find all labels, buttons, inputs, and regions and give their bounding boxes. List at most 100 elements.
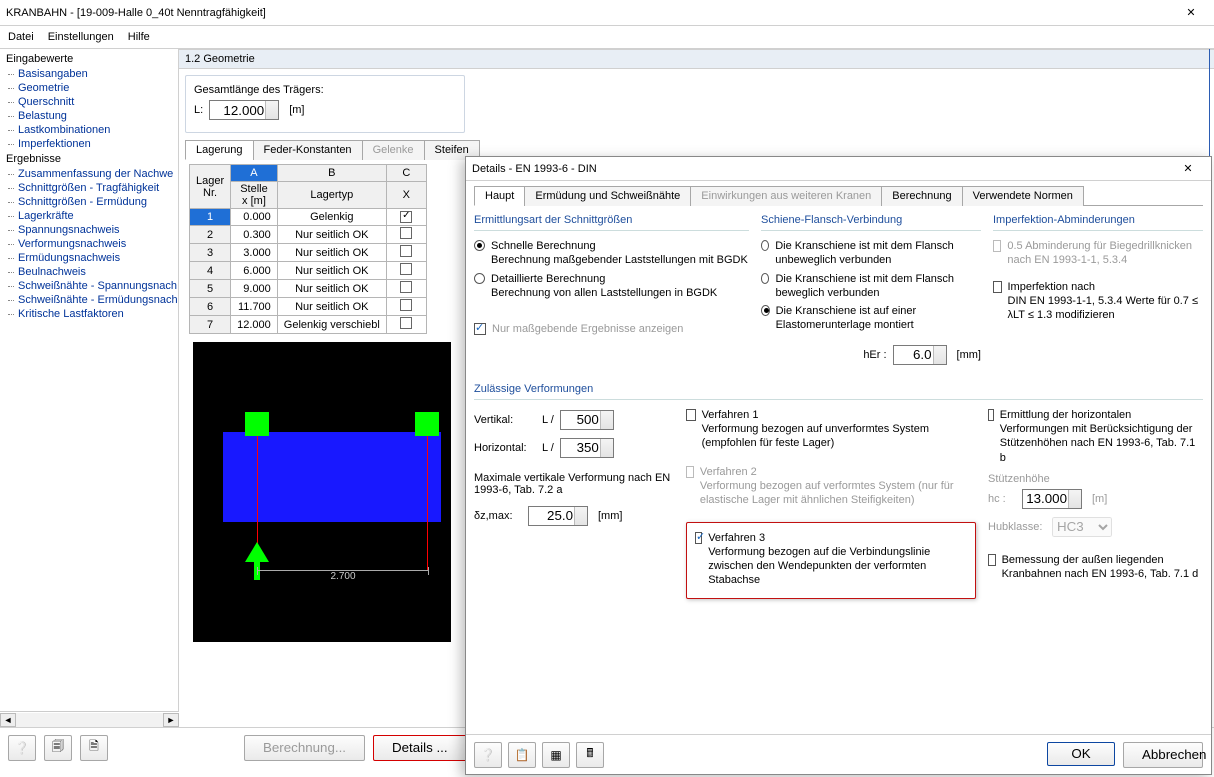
- hc-unit: [m]: [1088, 493, 1107, 505]
- dlg-tab-normen[interactable]: Verwendete Normen: [962, 186, 1084, 206]
- tree-item[interactable]: Schnittgrößen - Ermüdung: [4, 195, 174, 209]
- dlg-tab-einw[interactable]: Einwirkungen aus weiteren Kranen: [690, 186, 882, 206]
- tree-item[interactable]: Verformungsnachweis: [4, 237, 174, 251]
- help-icon: ❔: [481, 748, 496, 762]
- checkbox-icon: [988, 554, 996, 566]
- col-B[interactable]: B: [277, 165, 386, 182]
- table-row[interactable]: 59.000Nur seitlich OK: [190, 280, 427, 298]
- radio-beweglich[interactable]: Die Kranschiene ist mit dem Flansch bewe…: [761, 270, 981, 303]
- tree-item[interactable]: Lastkombinationen: [4, 123, 174, 137]
- doc-icon: 🗐: [52, 737, 64, 758]
- tab-feder[interactable]: Feder-Konstanten: [253, 140, 363, 160]
- menu-help[interactable]: Hilfe: [128, 31, 150, 43]
- toolbar-btn-2[interactable]: 🗐: [44, 735, 72, 761]
- tree-item[interactable]: Belastung: [4, 109, 174, 123]
- section-title: 1.2 Geometrie: [179, 49, 1214, 69]
- radio-detailliert[interactable]: Detaillierte Berechnung Berechnung von a…: [474, 270, 749, 303]
- hEr-input[interactable]: [893, 345, 947, 365]
- support-table[interactable]: Lager Nr. A B C Stelle x [m] Lagertyp X …: [189, 164, 427, 334]
- details-button[interactable]: Details ...: [373, 735, 467, 761]
- table-row[interactable]: 33.000Nur seitlich OK: [190, 244, 427, 262]
- tree-item[interactable]: Querschnitt: [4, 95, 174, 109]
- radio-schnelle[interactable]: Schnelle Berechnung Berechnung maßgebend…: [474, 237, 749, 270]
- tree-item[interactable]: Spannungsnachweis: [4, 223, 174, 237]
- chk-horiz-ermittlung[interactable]: Ermittlung der horizontalen Verformungen…: [988, 406, 1203, 467]
- table-row[interactable]: 10.000Gelenkig: [190, 209, 427, 226]
- tab-gelenke[interactable]: Gelenke: [362, 140, 425, 160]
- tree-item[interactable]: Schweißnähte - Ermüdungsnach: [4, 293, 174, 307]
- checkbox-icon[interactable]: [400, 263, 412, 275]
- hub-select[interactable]: HC3: [1052, 517, 1112, 537]
- chk-verfahren-1[interactable]: Verfahren 1Verformung bezogen auf unverf…: [686, 406, 976, 453]
- chk-verfahren-2: Verfahren 2Verformung bezogen auf verfor…: [686, 463, 976, 510]
- support-right-icon: [415, 412, 439, 436]
- table-row[interactable]: 46.000Nur seitlich OK: [190, 262, 427, 280]
- tab-lagerung[interactable]: Lagerung: [185, 140, 254, 160]
- ok-button[interactable]: OK: [1047, 742, 1115, 766]
- tree-item[interactable]: Geometrie: [4, 81, 174, 95]
- length-input[interactable]: [209, 100, 279, 120]
- chk-imperfektion-mod[interactable]: Imperfektion nachDIN EN 1993-1-1, 5.3.4 …: [993, 278, 1203, 325]
- menu-settings[interactable]: Einstellungen: [48, 31, 114, 43]
- tree-results-header[interactable]: Ergebnisse: [4, 151, 174, 167]
- dlg-btn-3[interactable]: ▦: [542, 742, 570, 768]
- horiz-label: Horizontal:: [474, 442, 536, 454]
- radio-unbeweglich[interactable]: Die Kranschiene ist mit dem Flansch unbe…: [761, 237, 981, 270]
- horiz-input[interactable]: [560, 438, 614, 458]
- chk-bemessung-aussen[interactable]: Bemessung der außen liegenden Kranbahnen…: [988, 551, 1203, 584]
- tree-item[interactable]: Basisangaben: [4, 67, 174, 81]
- radio-elastomer[interactable]: Die Kranschiene ist auf einer Elastomeru…: [761, 302, 981, 335]
- tree-item[interactable]: Imperfektionen: [4, 137, 174, 151]
- dialog-close-button[interactable]: ✕: [1171, 159, 1205, 179]
- length-label: Gesamtlänge des Trägers:: [194, 84, 456, 96]
- tree-item[interactable]: Lagerkräfte: [4, 209, 174, 223]
- close-icon: ✕: [1186, 6, 1195, 19]
- toolbar-btn-3[interactable]: 🗎: [80, 735, 108, 761]
- chk-verfahren-3[interactable]: Verfahren 3Verformung bezogen auf die Ve…: [695, 529, 967, 590]
- dlg-help-button[interactable]: ❔: [474, 742, 502, 768]
- col-A[interactable]: A: [231, 165, 278, 182]
- checkbox-icon[interactable]: [400, 317, 412, 329]
- dialog-title: Details - EN 1993-6 - DIN: [472, 163, 1171, 175]
- load-arrow-icon: [245, 542, 269, 562]
- dlg-btn-2[interactable]: 📋: [508, 742, 536, 768]
- close-button[interactable]: ✕: [1174, 3, 1208, 23]
- checkbox-icon[interactable]: [400, 211, 412, 223]
- vert-label: Vertikal:: [474, 414, 536, 426]
- checkbox-icon: [474, 323, 486, 335]
- dlg-tab-berech[interactable]: Berechnung: [881, 186, 962, 206]
- scroll-left-icon[interactable]: ◄: [0, 713, 16, 727]
- checkbox-icon[interactable]: [400, 227, 412, 239]
- dlg-tab-haupt[interactable]: Haupt: [474, 186, 525, 206]
- table-row[interactable]: 712.000Gelenkig verschiebl: [190, 316, 427, 334]
- vert-input[interactable]: [560, 410, 614, 430]
- checkbox-icon[interactable]: [400, 299, 412, 311]
- tree-item[interactable]: Schweißnähte - Spannungsnach: [4, 279, 174, 293]
- hc-input[interactable]: [1022, 489, 1082, 509]
- dlg-tab-ermued[interactable]: Ermüdung und Schweißnähte: [524, 186, 691, 206]
- dlg-btn-4[interactable]: 🖩: [576, 742, 604, 768]
- dz-input[interactable]: [528, 506, 588, 526]
- menu-file[interactable]: Datei: [8, 31, 34, 43]
- berechnung-button[interactable]: Berechnung...: [244, 735, 365, 761]
- scroll-right-icon[interactable]: ►: [163, 713, 179, 727]
- col-C[interactable]: C: [386, 165, 426, 182]
- cancel-button[interactable]: Abbrechen: [1123, 742, 1203, 768]
- table-row[interactable]: 20.300Nur seitlich OK: [190, 226, 427, 244]
- group-imperfektion: Imperfektion-Abminderungen: [993, 210, 1203, 231]
- checkbox-icon: [988, 409, 994, 421]
- tree-item[interactable]: Zusammenfassung der Nachwe: [4, 167, 174, 181]
- tree-item[interactable]: Schnittgrößen - Tragfähigkeit: [4, 181, 174, 195]
- tree-item[interactable]: Ermüdungsnachweis: [4, 251, 174, 265]
- checkbox-icon[interactable]: [400, 245, 412, 257]
- tree-inputs-header[interactable]: Eingabewerte: [4, 51, 174, 67]
- calc-icon: 🖩: [586, 744, 593, 765]
- group-schiene: Schiene-Flansch-Verbindung: [761, 210, 981, 231]
- checkbox-icon[interactable]: [400, 281, 412, 293]
- help-button[interactable]: ❔: [8, 735, 36, 761]
- tree-item[interactable]: Beulnachweis: [4, 265, 174, 279]
- table-row[interactable]: 611.700Nur seitlich OK: [190, 298, 427, 316]
- checkbox-icon: [695, 532, 702, 544]
- tree-item[interactable]: Kritische Lastfaktoren: [4, 307, 174, 321]
- tree-scroll-horizontal[interactable]: ◄ ►: [0, 711, 179, 727]
